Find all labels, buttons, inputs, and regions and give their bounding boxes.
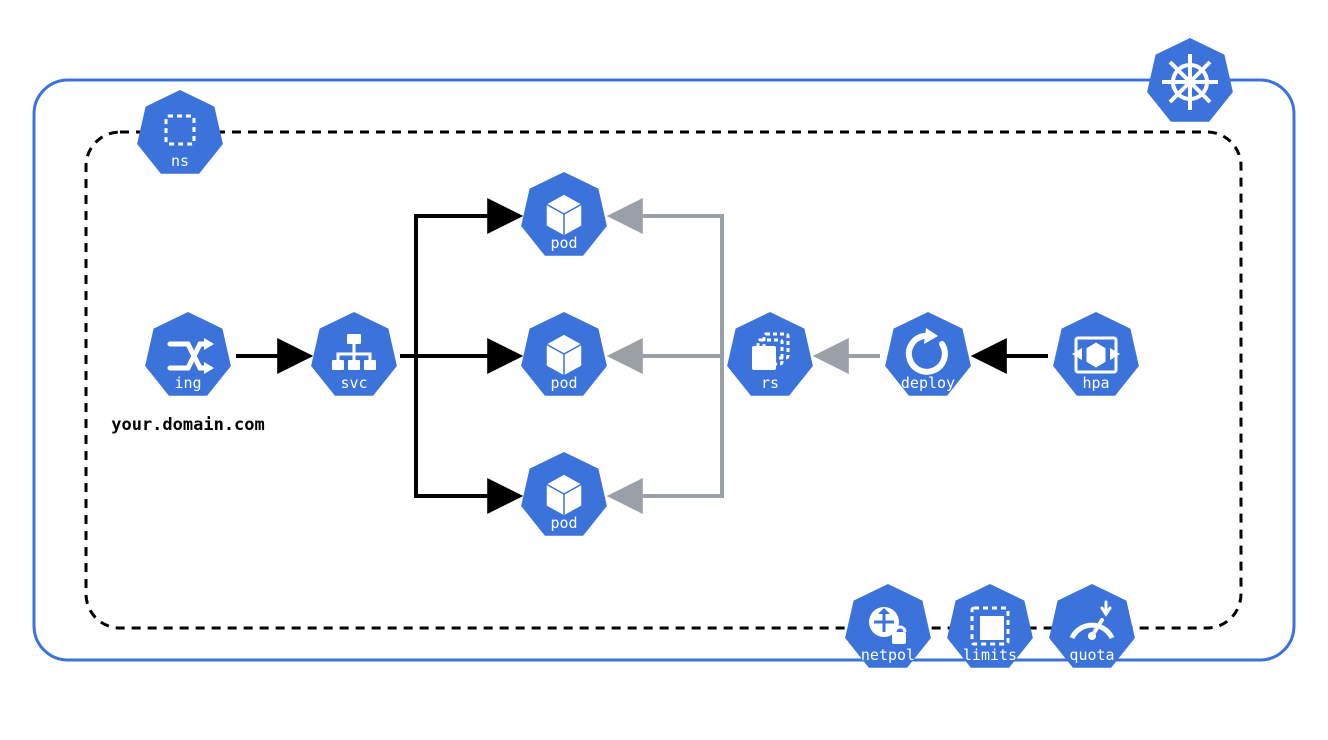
node-label: ing (174, 374, 201, 392)
node-svc: svc (311, 312, 397, 396)
node-label: deploy (901, 374, 955, 392)
node-label: svc (340, 374, 367, 392)
ingress-domain-label: your.domain.com (111, 415, 265, 435)
node-pod2: pod (521, 312, 607, 396)
node-pod3: pod (521, 452, 607, 536)
node-ing: ing (145, 312, 231, 396)
node-label: quota (1069, 646, 1114, 664)
node-label: rs (761, 374, 779, 392)
node-label: pod (550, 234, 577, 252)
node-rs: rs (727, 312, 813, 396)
edge-rs-pod3 (614, 356, 722, 496)
node-pod1: pod (521, 172, 607, 256)
node-label: ns (171, 152, 189, 170)
kubernetes-logo-icon (1147, 38, 1233, 122)
node-quota: quota (1049, 584, 1135, 668)
node-label: limits (963, 646, 1017, 664)
node-label: pod (550, 374, 577, 392)
edge-svc-pod1 (416, 216, 516, 356)
kubernetes-architecture-diagram: ns ing your.domain.com svc (0, 0, 1328, 740)
node-label: netpol (861, 646, 915, 664)
node-label: pod (550, 514, 577, 532)
edge-svc-pod3 (416, 356, 516, 496)
node-hpa: hpa (1053, 312, 1139, 396)
node-netpol: netpol (845, 584, 931, 668)
node-label: hpa (1082, 374, 1109, 392)
node-limits: limits (947, 584, 1033, 668)
edge-rs-pod1 (614, 216, 722, 356)
node-ns: ns (137, 90, 223, 174)
node-deploy: deploy (885, 312, 971, 396)
